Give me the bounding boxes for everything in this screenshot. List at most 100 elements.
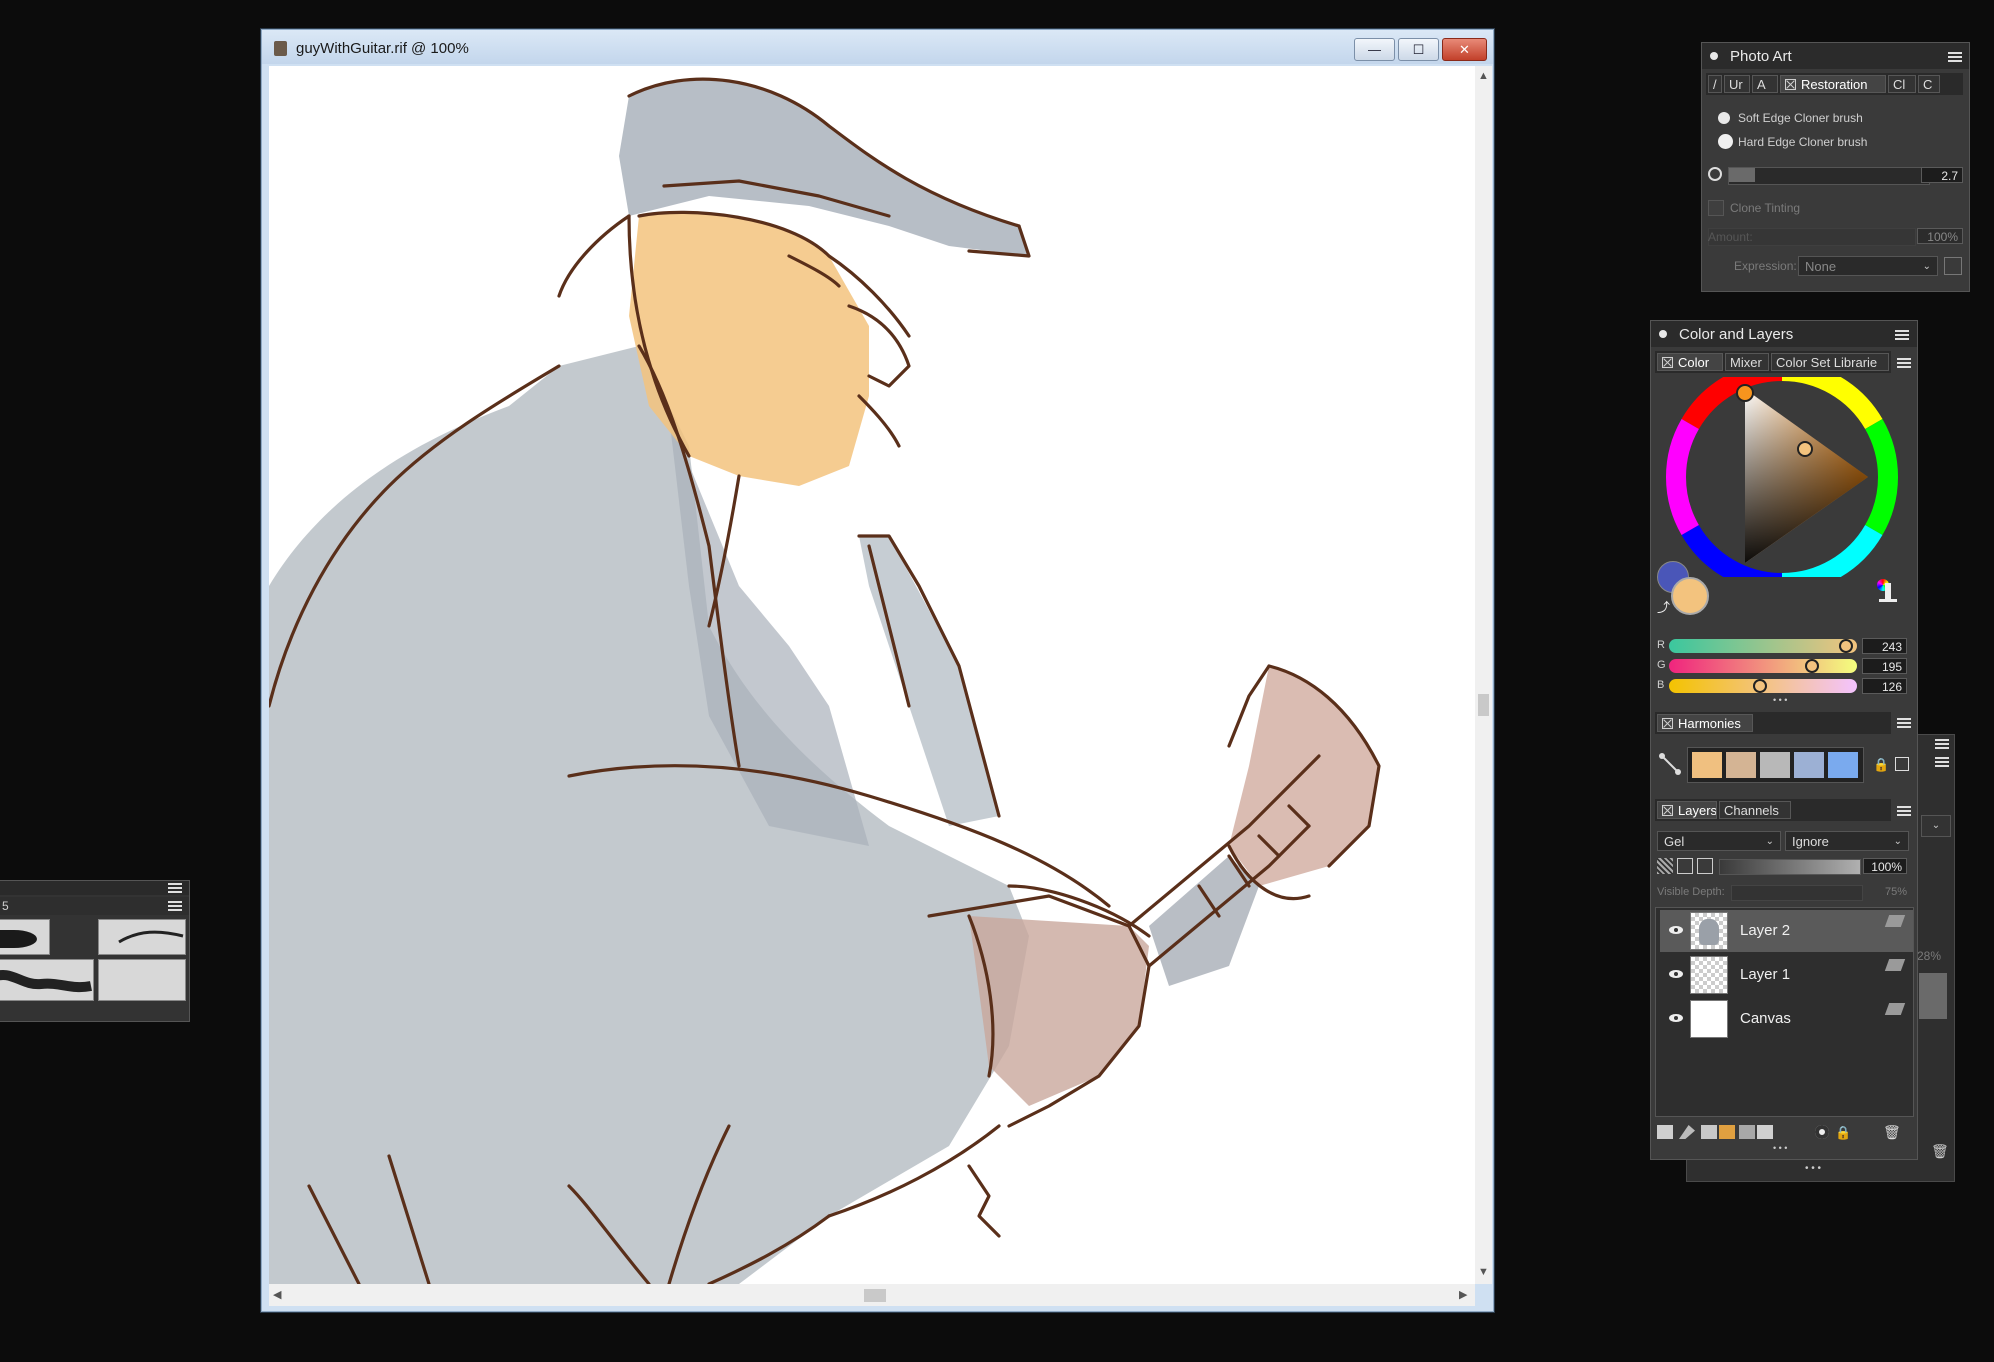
tab-photo-art-6[interactable]: C (1918, 75, 1940, 93)
tab-photo-art-2[interactable]: Ur (1724, 75, 1750, 93)
brush-preset-1[interactable] (0, 919, 50, 955)
close-tab-icon[interactable] (1785, 79, 1796, 90)
panel-menu-icon[interactable] (1895, 330, 1909, 340)
harmony-rule-icon[interactable] (1659, 753, 1681, 775)
layers-menu-icon[interactable] (1897, 806, 1911, 816)
tab-photo-art-3[interactable]: A (1752, 75, 1778, 93)
dynamic-plugins-icon[interactable] (1679, 1125, 1695, 1139)
minimize-button[interactable]: — (1354, 38, 1395, 61)
behind-panel-menu-icon-2[interactable] (1935, 757, 1949, 767)
blue-slider-knob[interactable] (1753, 679, 1767, 693)
swap-colors-icon[interactable]: ⤴ (1657, 597, 1670, 616)
delete-layer-icon[interactable]: 🗑 (1883, 1124, 1901, 1141)
maximize-button[interactable]: ☐ (1398, 38, 1439, 61)
photo-art-panel[interactable]: Photo Art / Ur A Restoration Cl C Soft E… (1701, 42, 1970, 292)
close-tab-icon[interactable] (1662, 357, 1673, 368)
lock-layer-icon[interactable]: 🔒 (1835, 1125, 1851, 1141)
visibility-eye-icon[interactable] (1668, 969, 1684, 979)
expression-dropdown[interactable]: None ⌄ (1798, 256, 1938, 276)
behind-dropdown-chevron-icon[interactable]: ⌄ (1921, 815, 1951, 837)
green-slider-knob[interactable] (1805, 659, 1819, 673)
preserve-transparency-icon[interactable] (1657, 858, 1673, 874)
scroll-left-icon[interactable]: ◀ (273, 1288, 281, 1301)
composite-method-dropdown[interactable]: Gel ⌄ (1657, 831, 1781, 851)
harmony-swatch-4[interactable] (1794, 752, 1824, 778)
layer-attributes-icon[interactable] (1884, 1003, 1906, 1015)
layer-attributes-icon[interactable] (1884, 959, 1906, 971)
layer-commands-icon[interactable] (1657, 1125, 1673, 1139)
new-layer-icon[interactable] (1757, 1125, 1773, 1139)
drawing-canvas[interactable] (269, 66, 1475, 1284)
brush-preset-3[interactable] (0, 959, 94, 1001)
composite-depth-dropdown[interactable]: Ignore ⌄ (1785, 831, 1909, 851)
tab-channels[interactable]: Channels (1719, 801, 1791, 819)
close-tab-icon[interactable] (1662, 718, 1673, 729)
main-color-swatch[interactable] (1671, 577, 1709, 615)
pick-up-underlying-icon[interactable] (1677, 858, 1693, 874)
brush-size-slider[interactable] (1728, 167, 1930, 185)
layers-more-dots[interactable]: • • • (1773, 1143, 1787, 1153)
tab-color[interactable]: Color (1657, 353, 1723, 371)
amount-value[interactable]: 100% (1917, 228, 1963, 244)
layer-attributes-icon[interactable] (1884, 915, 1906, 927)
tab-photo-art-1[interactable]: / (1708, 75, 1722, 93)
green-slider[interactable] (1669, 659, 1857, 673)
visibility-eye-icon[interactable] (1668, 1013, 1684, 1023)
brush-preset-2[interactable] (98, 919, 186, 955)
mask-icon[interactable] (1697, 858, 1713, 874)
opacity-slider[interactable] (1719, 859, 1861, 875)
expression-invert-icon[interactable] (1944, 257, 1962, 275)
group-layers-icon[interactable] (1701, 1125, 1717, 1139)
visibility-eye-icon[interactable] (1668, 925, 1684, 935)
color-and-layers-header[interactable]: Color and Layers (1651, 321, 1917, 347)
color-and-layers-panel[interactable]: Color and Layers Color Mixer Color Set L… (1650, 320, 1918, 1160)
vertical-scroll-thumb[interactable] (1478, 694, 1489, 716)
r-value[interactable]: 243 (1862, 638, 1907, 654)
vertical-scrollbar[interactable]: ▲ ▼ (1475, 66, 1492, 1284)
scroll-down-icon[interactable]: ▼ (1478, 1266, 1489, 1278)
red-slider-knob[interactable] (1839, 639, 1853, 653)
document-window[interactable]: guyWithGuitar.rif @ 100% — ☐ ✕ ▲ ▼ ◀ ▶ (261, 29, 1494, 1312)
visible-depth-slider[interactable] (1731, 885, 1863, 901)
panel-menu-icon[interactable] (1948, 52, 1962, 62)
behind-panel-menu-icon[interactable] (1935, 739, 1949, 749)
close-tab-icon[interactable] (1662, 805, 1673, 816)
g-value[interactable]: 195 (1862, 658, 1907, 674)
layer-row-canvas[interactable]: Canvas (1660, 998, 1913, 1040)
color-picker-icon[interactable] (1877, 579, 1899, 603)
tab-restoration[interactable]: Restoration (1780, 75, 1886, 93)
amount-slider[interactable] (1708, 228, 1916, 246)
document-titlebar[interactable]: guyWithGuitar.rif @ 100% — ☐ ✕ (262, 30, 1493, 64)
harmony-swatch-1[interactable] (1692, 752, 1722, 778)
behind-trash-icon[interactable]: 🗑 (1931, 1143, 1949, 1160)
behind-scroll-thumb[interactable] (1919, 973, 1947, 1019)
brush-library-panel[interactable]: 5 (0, 880, 190, 1022)
harmony-swatch-2[interactable] (1726, 752, 1756, 778)
close-button[interactable]: ✕ (1442, 38, 1487, 61)
new-liquid-ink-layer-icon[interactable] (1739, 1125, 1755, 1139)
harmony-swatch-3[interactable] (1760, 752, 1790, 778)
horizontal-scrollbar[interactable]: ◀ ▶ (269, 1284, 1475, 1306)
layer-mask-icon[interactable] (1815, 1125, 1829, 1139)
b-value[interactable]: 126 (1862, 678, 1907, 694)
brush-panel-header[interactable] (0, 881, 189, 895)
new-watercolor-layer-icon[interactable] (1719, 1125, 1735, 1139)
tab-harmonies[interactable]: Harmonies (1657, 714, 1753, 732)
brush-preset-4[interactable] (98, 959, 186, 1001)
photo-art-header[interactable]: Photo Art (1702, 43, 1969, 69)
color-wheel[interactable] (1665, 377, 1903, 577)
tab-color-set-libraries[interactable]: Color Set Librarie (1771, 353, 1889, 371)
lock-harmony-icon[interactable]: 🔒 (1873, 757, 1889, 773)
color-menu-icon[interactable] (1897, 358, 1911, 368)
brush-tab-menu-icon[interactable] (168, 901, 182, 911)
horizontal-scroll-thumb[interactable] (864, 1289, 886, 1302)
harmony-swatch-5[interactable] (1828, 752, 1858, 778)
harmonies-menu-icon[interactable] (1897, 718, 1911, 728)
opacity-value[interactable]: 100% (1863, 858, 1907, 874)
scroll-up-icon[interactable]: ▲ (1478, 70, 1489, 82)
red-slider[interactable] (1669, 639, 1857, 653)
add-swatch-icon[interactable] (1895, 757, 1909, 771)
brush-panel-menu-icon[interactable] (168, 883, 182, 893)
scroll-right-icon[interactable]: ▶ (1459, 1288, 1467, 1301)
tab-mixer[interactable]: Mixer (1725, 353, 1769, 371)
